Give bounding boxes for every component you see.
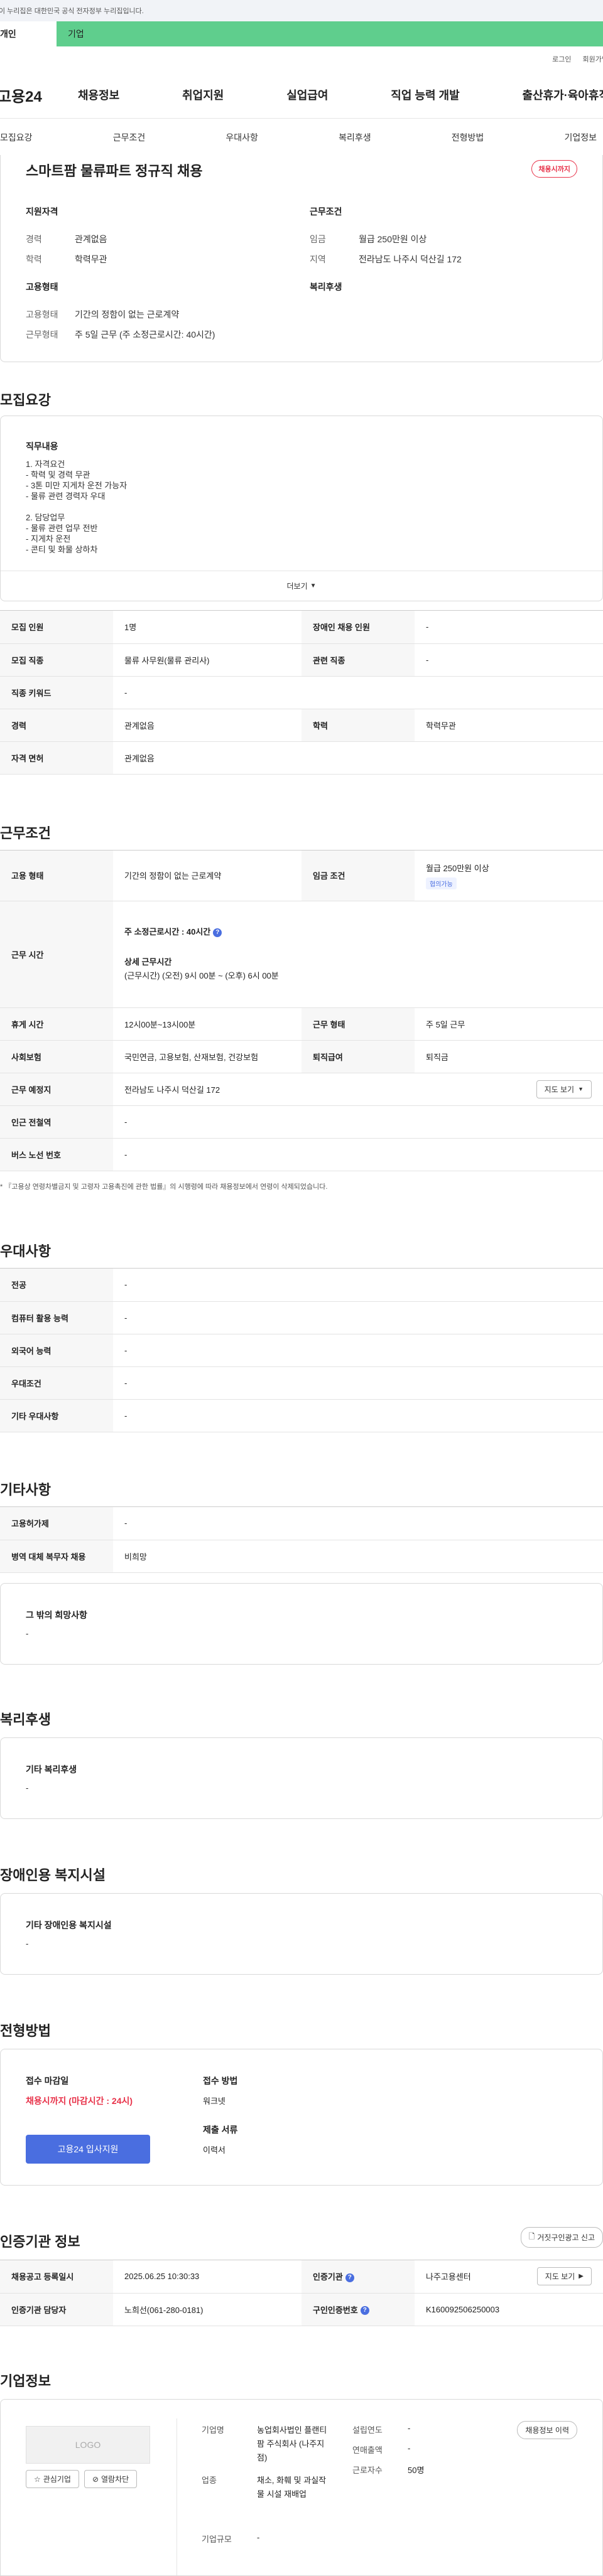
subnav-recruit[interactable]: 모집요강 — [0, 131, 33, 144]
duty-line: - 3톤 미만 지게차 운전 가능자 — [26, 481, 128, 490]
site-logo[interactable]: 고용24 — [0, 84, 73, 106]
duty-line: - 물류 관련 경력자 우대 — [26, 491, 106, 501]
block-view-button[interactable]: ⊘ 열람차단 — [84, 2470, 138, 2488]
chevron-down-icon: ▼ — [578, 1086, 584, 1092]
apply-button[interactable]: 고용24 입사지원 — [26, 2135, 150, 2164]
star-icon: ☆ — [34, 2474, 41, 2484]
utility-bar: 로그인 회원가입 — [0, 46, 603, 72]
document-icon: 🗋 — [528, 2232, 535, 2241]
help-icon[interactable]: ? — [360, 2306, 369, 2316]
disability-card: 기타 장애인용 복지시설 - — [0, 1893, 603, 1975]
company-industry: 채소, 화훼 및 과실작물 시설 재배업 — [257, 2476, 327, 2499]
section-nav: 모집요강 근무조건 우대사항 복리후생 전형방법 기업정보 — [0, 119, 603, 156]
subnav-preferences[interactable]: 우대사항 — [225, 131, 258, 144]
employment-type-title: 고용형태 — [26, 282, 58, 292]
gnb-vocational-training[interactable]: 직업 능력 개발 — [391, 87, 459, 103]
recruit-table: 모집 인원 1명 장애인 채용 인원 - 모집 직종 물류 사무원(물류 관리사) 관련 … — [0, 610, 603, 775]
qualification-title: 지원자격 — [26, 207, 58, 217]
duty-text: 1. 자격요건 - 학력 및 경력 무관 - 3톤 미만 지게차 운전 가능자 - 물… — [26, 459, 127, 555]
gnb-jobs[interactable]: 채용정보 — [78, 87, 119, 103]
global-nav: 고용24 채용정보 취업지원 실업급여 직업 능력 개발 출산휴가·육아휴직 — [0, 72, 603, 119]
other-wishes-value: - — [26, 1629, 29, 1638]
work-condition-block: 근무조건 임금 월급 250만원 이상 지역 전라남도 나주시 덕산길 172 — [310, 205, 573, 269]
conditions-section-title: 근무조건 — [0, 825, 51, 841]
etc-table: 고용허가제 - 병역 대체 복무자 채용 비희망 — [0, 1506, 603, 1573]
duty-card: 직무내용 1. 자격요건 - 학력 및 경력 무관 - 3톤 미만 지게차 운전 가… — [0, 416, 603, 601]
gov-banner-text: 이 누리집은 대한민국 공식 전자정부 누리집입니다. — [0, 8, 144, 15]
cert-section-title: 인증기관 정보 — [0, 2234, 80, 2250]
gov-banner: 이 누리집은 대한민국 공식 전자정부 누리집입니다. — [0, 0, 603, 21]
more-button[interactable]: 더보기 ▼ — [1, 571, 602, 601]
recruit-section-title: 모집요강 — [0, 392, 51, 408]
chevron-right-icon: ▶ — [579, 2273, 584, 2280]
gnb-parental-leave[interactable]: 출산휴가·육아휴직 — [523, 87, 603, 103]
duty-line: - 콘티 및 화물 상하차 — [26, 545, 98, 554]
hiring-history-button[interactable]: 채용정보 이력 — [517, 2421, 577, 2439]
gnb-unemployment-benefit[interactable]: 실업급여 — [286, 87, 328, 103]
work-condition-title: 근무조건 — [310, 207, 342, 217]
block-icon: ⊘ — [92, 2474, 99, 2484]
welfare-card: 기타 복리후생 - — [0, 1737, 603, 1819]
tab-company[interactable]: 기업 — [57, 21, 603, 46]
cert-table: 채용공고 등록일시 2025.06.25 10:30:33 인증기관? 나주고용센터 지… — [0, 2260, 603, 2326]
employment-type-block: 고용형태 고용형태 기간의 정함이 없는 근로계약 근무형태 주 5일 근무 (주 … — [26, 281, 290, 345]
favorite-company-button[interactable]: ☆ 관심기업 — [26, 2470, 79, 2488]
chevron-down-icon: ▼ — [310, 582, 317, 589]
company-name: 농업회사법인 플랜티팜 주식회사 (나주지점) — [257, 2425, 327, 2462]
subnav-welfare[interactable]: 복리후생 — [339, 131, 371, 144]
duty-line: 2. 담당업무 — [26, 513, 65, 522]
duty-line: - 물류 관련 업무 전반 — [26, 523, 98, 533]
duty-line: - 학력 및 경력 무관 — [26, 470, 90, 480]
screening-section-title: 전형방법 — [0, 2023, 51, 2039]
welfare-block: 복리후생 — [310, 281, 573, 304]
duty-line — [26, 502, 127, 512]
qualification-block: 지원자격 경력 관계없음 학력 학력무관 — [26, 205, 290, 269]
conditions-table: 고용 형태 기간의 정함이 없는 근로계약 임금 조건 월급 250만원 이상 협의가능… — [0, 850, 603, 1171]
job-title: 스마트팜 물류파트 정규직 채용 — [26, 163, 203, 179]
preferences-section-title: 우대사항 — [0, 1243, 51, 1259]
gnb-employment-support[interactable]: 취업지원 — [182, 87, 224, 103]
subnav-company[interactable]: 기업정보 — [564, 131, 597, 144]
help-icon[interactable]: ? — [213, 928, 222, 937]
welfare-box-title: 기타 복리후생 — [26, 1764, 77, 1774]
welfare-section-title: 복리후생 — [0, 1712, 51, 1727]
negotiable-tag: 협의가능 — [426, 877, 457, 889]
deadline-value: 채용시까지 (마감시간 : 24시) — [26, 2096, 133, 2106]
tab-individual[interactable]: 개인 — [0, 21, 57, 46]
welfare-box-value: - — [26, 1783, 29, 1793]
other-wishes-title: 그 밖의 희망사항 — [26, 1610, 87, 1620]
age-notice: * 『고용상 연령차별금지 및 고령자 고용촉진에 관한 법률』의 시행령에 따… — [0, 1183, 328, 1191]
subnav-conditions[interactable]: 근무조건 — [113, 131, 146, 144]
help-icon[interactable]: ? — [345, 2273, 354, 2282]
company-logo: LOGO — [26, 2426, 150, 2464]
map-button[interactable]: 지도 보기 ▼ — [536, 1080, 592, 1098]
company-card: LOGO ☆ 관심기업 ⊘ 열람차단 기업명 농업회사법인 플랜티팜 주식회사 (나… — [0, 2399, 603, 2576]
subnav-screening[interactable]: 전형방법 — [452, 131, 484, 144]
join-link[interactable]: 회원가입 — [583, 54, 603, 64]
duty-title: 직무내용 — [26, 441, 58, 451]
company-section-title: 기업정보 — [0, 2373, 51, 2389]
report-fake-ad-button[interactable]: 🗋 거짓구인광고 신고 — [520, 2227, 603, 2248]
welfare-title: 복리후생 — [310, 282, 342, 292]
disability-box-title: 기타 장애인용 복지시설 — [26, 1920, 112, 1930]
disability-section-title: 장애인용 복지시설 — [0, 1867, 106, 1883]
user-type-tabs: 개인 기업 — [0, 21, 603, 46]
disability-box-value: - — [26, 1939, 29, 1948]
screening-card: 접수 마감일 채용시까지 (마감시간 : 24시) 고용24 입사지원 접수 방… — [0, 2049, 603, 2186]
etc-section-title: 기타사항 — [0, 1482, 51, 1498]
other-wishes-card: 그 밖의 희망사항 - — [0, 1583, 603, 1665]
cert-map-button[interactable]: 지도 보기 ▶ — [536, 2267, 592, 2286]
job-summary-card: 스마트팜 물류파트 정규직 채용 채용시까지 지원자격 경력 관계없음 학력 학력무… — [0, 155, 603, 362]
duty-line: 1. 자격요건 — [26, 459, 65, 469]
duty-line: - 지게차 운전 — [26, 534, 71, 544]
login-link[interactable]: 로그인 — [552, 54, 571, 64]
preferences-table: 전공 - 컴퓨터 활용 능력 - 외국어 능력 - 우대조건 - 기타 우대사항 - — [0, 1268, 603, 1432]
status-badge: 채용시까지 — [531, 160, 577, 178]
